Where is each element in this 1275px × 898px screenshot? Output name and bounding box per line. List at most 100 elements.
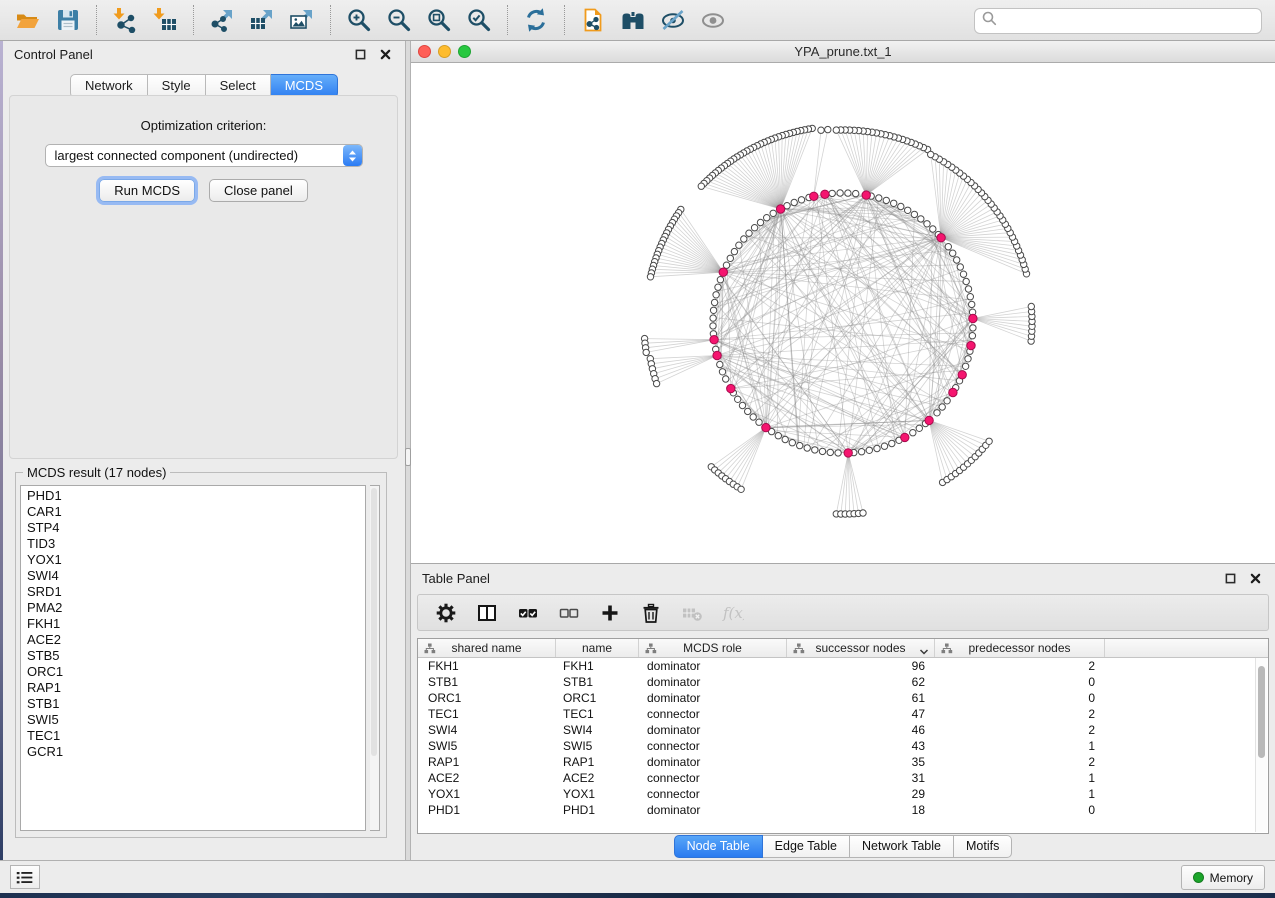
network-node[interactable] [889,440,895,446]
mcds-result-item[interactable]: STP4 [27,520,365,536]
network-node[interactable] [713,292,719,298]
mcds-hub-node[interactable] [710,336,718,344]
mcds-result-item[interactable]: STB5 [27,648,365,664]
network-node[interactable] [798,197,804,203]
network-node[interactable] [750,414,756,420]
network-node[interactable] [833,127,839,133]
memory-button[interactable]: Memory [1181,865,1265,890]
mcds-hub-node[interactable] [727,384,735,392]
tab-node-table[interactable]: Node Table [674,835,763,858]
network-node[interactable] [986,438,992,444]
hide-selected-icon[interactable] [653,4,693,36]
network-node[interactable] [945,244,951,250]
network-node[interactable] [898,203,904,209]
network-node[interactable] [751,225,757,231]
network-node[interactable] [804,445,810,451]
criterion-select[interactable]: largest connected component (undirected) [45,144,363,167]
table-row[interactable]: RAP1RAP1dominator352 [418,754,1268,770]
network-node[interactable] [916,425,922,431]
table-row[interactable]: TEC1TEC1connector472 [418,706,1268,722]
network-node[interactable] [710,323,716,329]
export-network-icon[interactable] [202,4,242,36]
network-node[interactable] [746,230,752,236]
network-node[interactable] [853,190,859,196]
network-node[interactable] [757,219,763,225]
mcds-hub-node[interactable] [810,192,818,200]
network-node[interactable] [924,221,930,227]
network-canvas[interactable] [411,63,1275,563]
column-header-shared-name[interactable]: shared name [418,639,556,657]
network-node[interactable] [928,151,934,157]
mcds-result-item[interactable]: GCR1 [27,744,365,760]
network-node[interactable] [883,197,889,203]
network-node[interactable] [930,226,936,232]
network-node[interactable] [866,447,872,453]
select-all-icon[interactable] [517,602,539,624]
search-neighbors-icon[interactable] [613,4,653,36]
mcds-hub-node[interactable] [949,388,957,396]
mcds-hub-node[interactable] [776,205,784,213]
network-node[interactable] [944,398,950,404]
network-node[interactable] [918,216,924,222]
network-node[interactable] [858,449,864,455]
mcds-hub-node[interactable] [762,423,770,431]
zoom-in-icon[interactable] [339,4,379,36]
mcds-result-item[interactable]: FKH1 [27,616,365,632]
network-node[interactable] [812,447,818,453]
network-node[interactable] [731,248,737,254]
network-node[interactable] [965,286,971,292]
settings-icon[interactable] [435,602,457,624]
table-row[interactable]: PHD1PHD1dominator180 [418,802,1268,818]
network-node[interactable] [764,215,770,221]
network-node[interactable] [791,199,797,205]
network-node[interactable] [969,333,975,339]
mcds-hub-node[interactable] [925,416,933,424]
network-node[interactable] [954,257,960,263]
column-header-predecessor-nodes[interactable]: predecessor nodes [935,639,1105,657]
float-table-panel-icon[interactable] [1221,570,1239,586]
network-node[interactable] [797,442,803,448]
column-header-MCDS-role[interactable]: MCDS role [639,639,787,657]
zoom-fit-icon[interactable] [419,4,459,36]
network-node[interactable] [735,396,741,402]
network-node[interactable] [965,356,971,362]
mcds-result-item[interactable]: SWI5 [27,712,365,728]
network-node[interactable] [653,380,659,386]
network-node[interactable] [782,436,788,442]
mcds-hub-node[interactable] [958,371,966,379]
table-row[interactable]: ORC1ORC1dominator610 [418,690,1268,706]
network-node[interactable] [905,207,911,213]
network-node[interactable] [717,277,723,283]
save-session-icon[interactable] [48,4,88,36]
network-node[interactable] [967,294,973,300]
network-node[interactable] [837,190,843,196]
network-node[interactable] [723,376,729,382]
network-node[interactable] [739,402,745,408]
network-node[interactable] [711,299,717,305]
network-node[interactable] [911,211,917,217]
tab-motifs[interactable]: Motifs [954,835,1012,858]
import-table-icon[interactable] [145,4,185,36]
network-node[interactable] [819,448,825,454]
deselect-all-icon[interactable] [558,602,580,624]
show-all-icon[interactable] [693,4,733,36]
mcds-hub-node[interactable] [719,268,727,276]
mcds-result-scrollbar[interactable] [370,485,380,831]
refresh-icon[interactable] [516,4,556,36]
mcds-result-item[interactable]: TEC1 [27,728,365,744]
mcds-hub-node[interactable] [862,191,870,199]
network-node[interactable] [756,419,762,425]
table-row[interactable]: STB1STB1dominator620 [418,674,1268,690]
run-mcds-button[interactable]: Run MCDS [99,179,195,202]
network-node[interactable] [860,510,866,516]
network-node[interactable] [710,307,716,313]
columns-icon[interactable] [476,602,498,624]
mcds-result-item[interactable]: ACE2 [27,632,365,648]
mcds-result-item[interactable]: ORC1 [27,664,365,680]
network-node[interactable] [910,430,916,436]
import-network-icon[interactable] [105,4,145,36]
mcds-result-item[interactable]: SRD1 [27,584,365,600]
table-row[interactable]: SWI5SWI5connector431 [418,738,1268,754]
export-table-icon[interactable] [242,4,282,36]
mcds-result-item[interactable]: YOX1 [27,552,365,568]
